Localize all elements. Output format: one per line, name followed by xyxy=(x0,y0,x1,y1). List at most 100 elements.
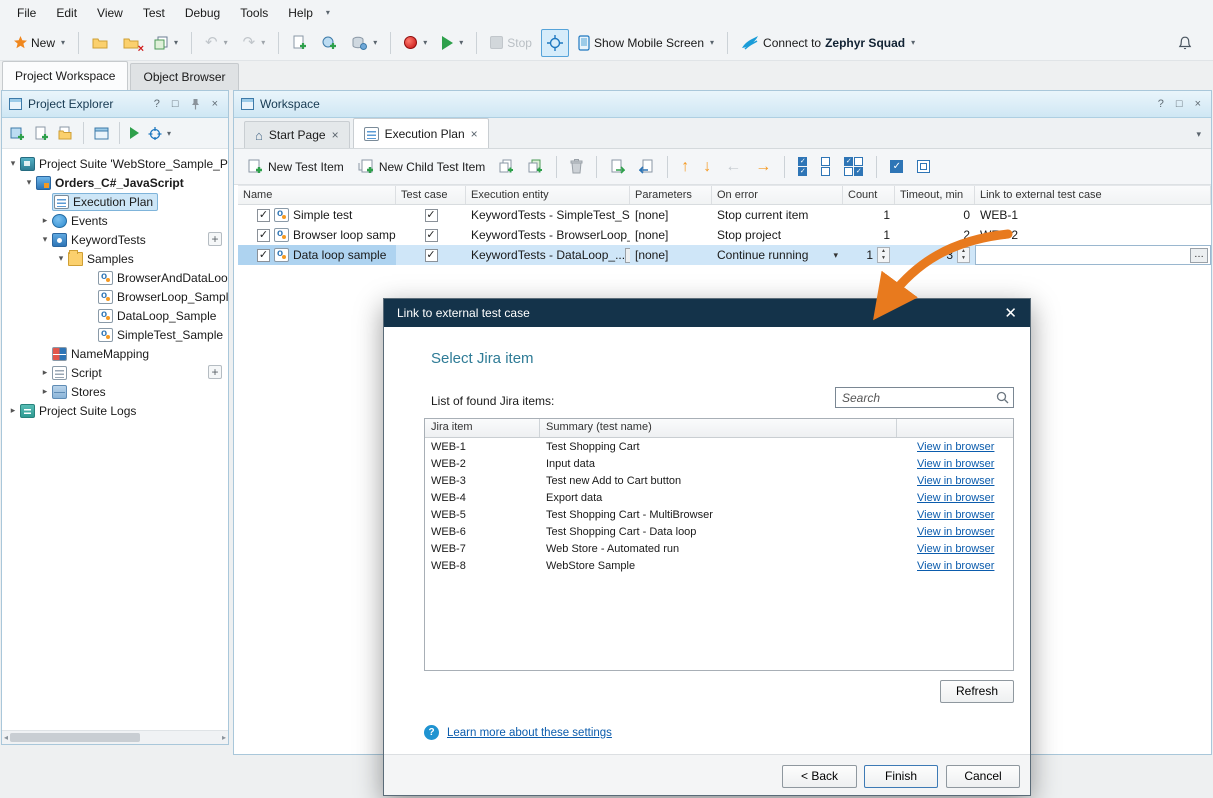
back-button[interactable]: < Back xyxy=(782,765,857,788)
on-error-value[interactable]: Continue running xyxy=(717,248,808,262)
tree-item-execution-plan[interactable]: Execution Plan xyxy=(2,192,228,211)
timeout-spinner[interactable]: ▲▼ xyxy=(957,247,970,263)
test-item-row-selected[interactable]: Data loop sample KeywordTests - DataLoop… xyxy=(238,245,1211,265)
tree-item-keywordtests[interactable]: ▾ KeywordTests + xyxy=(2,230,228,249)
redo-dropdown-icon[interactable]: ▾ xyxy=(261,38,265,47)
row-checkbox[interactable] xyxy=(257,249,270,262)
collapse-arrow-icon[interactable]: ▾ xyxy=(6,158,20,169)
refresh-button[interactable]: Refresh xyxy=(940,680,1014,703)
uncheck-all-items-button[interactable] xyxy=(816,153,835,181)
undo-button[interactable]: ↶ ▾ xyxy=(199,29,234,57)
float-panel-icon[interactable]: □ xyxy=(169,99,182,110)
view-in-browser-link[interactable]: View in browser xyxy=(917,475,994,487)
tree-item-project[interactable]: ▾ Orders_C#_JavaScript xyxy=(2,173,228,192)
redo-button[interactable]: ↷ ▾ xyxy=(237,29,272,57)
show-mobile-dropdown-icon[interactable]: ▾ xyxy=(710,38,714,47)
test-case-checkbox[interactable] xyxy=(425,209,438,222)
tab-start-page[interactable]: ⌂ Start Page × xyxy=(244,121,350,148)
add-new-project-item-button[interactable] xyxy=(7,120,28,146)
duplicate-test-item-button[interactable] xyxy=(523,153,548,181)
external-link-value[interactable]: WEB-1 xyxy=(980,208,1018,222)
add-new-item-button[interactable] xyxy=(286,29,313,57)
new-dropdown-icon[interactable]: ▾ xyxy=(61,38,65,47)
column-header-parameters[interactable]: Parameters xyxy=(630,186,712,204)
jira-item-row[interactable]: WEB-4 Export data View in browser xyxy=(425,489,1013,506)
tree-item-events[interactable]: ▸ Events xyxy=(2,211,228,230)
collapse-arrow-icon[interactable]: ▾ xyxy=(22,177,36,188)
tree-item-browseranddataloop[interactable]: BrowserAndDataLoop_ xyxy=(2,268,228,287)
jira-item-row[interactable]: WEB-1 Test Shopping Cart View in browser xyxy=(425,438,1013,455)
row-checkbox[interactable] xyxy=(257,229,270,242)
scrollbar-thumb[interactable] xyxy=(10,733,140,742)
close-tab-icon[interactable]: × xyxy=(471,127,478,141)
link-browse-button[interactable]: … xyxy=(1190,248,1208,263)
uncheck-selected-button[interactable] xyxy=(912,153,935,181)
jira-item-row[interactable]: WEB-7 Web Store - Automated run View in … xyxy=(425,540,1013,557)
timeout-value[interactable]: 3 xyxy=(946,248,953,262)
tab-execution-plan[interactable]: Execution Plan × xyxy=(353,118,489,148)
jira-item-row[interactable]: WEB-6 Test Shopping Cart - Data loop Vie… xyxy=(425,523,1013,540)
scroll-right-icon[interactable]: ▸ xyxy=(222,733,226,742)
move-up-button[interactable]: ↑ xyxy=(676,153,694,181)
column-header-jira-item[interactable]: Jira item xyxy=(425,419,540,437)
debug-selected-button[interactable]: ▾ xyxy=(145,120,174,146)
timeout-value[interactable]: 2 xyxy=(963,228,970,242)
add-keyword-test-icon[interactable]: + xyxy=(208,232,222,246)
external-link-value[interactable]: WEB-2 xyxy=(980,228,1018,242)
row-checkbox[interactable] xyxy=(257,209,270,222)
expand-arrow-icon[interactable]: ▸ xyxy=(38,367,52,378)
float-panel-icon[interactable]: □ xyxy=(1173,99,1186,110)
tree-item-script[interactable]: ▸ Script + xyxy=(2,363,228,382)
test-case-checkbox[interactable] xyxy=(425,229,438,242)
check-selected-button[interactable]: ✓ xyxy=(885,153,908,181)
scroll-left-icon[interactable]: ◂ xyxy=(4,733,8,742)
dialog-title-bar[interactable]: Link to external test case ✕ xyxy=(384,299,1030,327)
count-value[interactable]: 1 xyxy=(883,228,890,242)
parameters-value[interactable]: [none] xyxy=(635,228,668,242)
close-project-button[interactable]: × xyxy=(117,29,145,57)
connect-zephyr-button[interactable]: Connect to Zephyr Squad ▾ xyxy=(735,29,921,57)
delete-test-item-button[interactable] xyxy=(565,153,588,181)
menu-edit[interactable]: Edit xyxy=(47,2,86,24)
collapse-arrow-icon[interactable]: ▾ xyxy=(38,234,52,245)
jira-item-row[interactable]: WEB-8 WebStore Sample View in browser xyxy=(425,557,1013,574)
view-in-browser-link[interactable]: View in browser xyxy=(917,509,994,521)
tree-item-stores[interactable]: ▸ Stores xyxy=(2,382,228,401)
move-right-button[interactable]: → xyxy=(750,153,776,181)
tree-item-project-suite-logs[interactable]: ▸ Project Suite Logs xyxy=(2,401,228,420)
timeout-value[interactable]: 0 xyxy=(963,208,970,222)
explorer-horizontal-scrollbar[interactable]: ◂ ▸ xyxy=(2,730,228,744)
close-panel-icon[interactable]: × xyxy=(209,99,221,110)
help-icon[interactable]: ? xyxy=(1155,99,1167,110)
close-tab-icon[interactable]: × xyxy=(332,128,339,142)
menu-test[interactable]: Test xyxy=(134,2,174,24)
menu-debug[interactable]: Debug xyxy=(176,2,229,24)
column-header-name[interactable]: Name xyxy=(238,186,396,204)
view-in-browser-link[interactable]: View in browser xyxy=(917,492,994,504)
data-tools-dropdown-icon[interactable]: ▾ xyxy=(373,38,377,47)
tree-item-simpletest[interactable]: SimpleTest_Sample xyxy=(2,325,228,344)
copy-test-item-button[interactable] xyxy=(494,153,519,181)
count-value[interactable]: 1 xyxy=(866,248,873,262)
column-header-summary[interactable]: Summary (test name) xyxy=(540,419,897,437)
jira-item-row[interactable]: WEB-2 Input data View in browser xyxy=(425,455,1013,472)
cancel-button[interactable]: Cancel xyxy=(946,765,1020,788)
stop-button[interactable]: Stop xyxy=(484,29,538,57)
save-dropdown-icon[interactable]: ▾ xyxy=(174,38,178,47)
help-icon[interactable]: ? xyxy=(151,99,163,110)
invert-checks-button[interactable]: ✓✓ xyxy=(839,153,868,181)
tree-item-namemapping[interactable]: NameMapping xyxy=(2,344,228,363)
tree-item-samples[interactable]: ▾ Samples xyxy=(2,249,228,268)
view-in-browser-link[interactable]: View in browser xyxy=(917,458,994,470)
test-case-checkbox[interactable] xyxy=(425,249,438,262)
view-in-browser-link[interactable]: View in browser xyxy=(917,560,994,572)
record-dropdown-icon[interactable]: ▾ xyxy=(423,38,427,47)
notifications-button[interactable] xyxy=(1171,29,1199,57)
tree-item-project-suite[interactable]: ▾ Project Suite 'WebStore_Sample_Proje..… xyxy=(2,154,228,173)
column-header-timeout[interactable]: Timeout, min xyxy=(895,186,975,204)
count-spinner[interactable]: ▲▼ xyxy=(877,247,890,263)
connect-dropdown-icon[interactable]: ▾ xyxy=(911,38,915,47)
view-in-browser-link[interactable]: View in browser xyxy=(917,441,994,453)
run-dropdown-icon[interactable]: ▾ xyxy=(459,38,463,47)
add-script-icon[interactable]: + xyxy=(208,365,222,379)
